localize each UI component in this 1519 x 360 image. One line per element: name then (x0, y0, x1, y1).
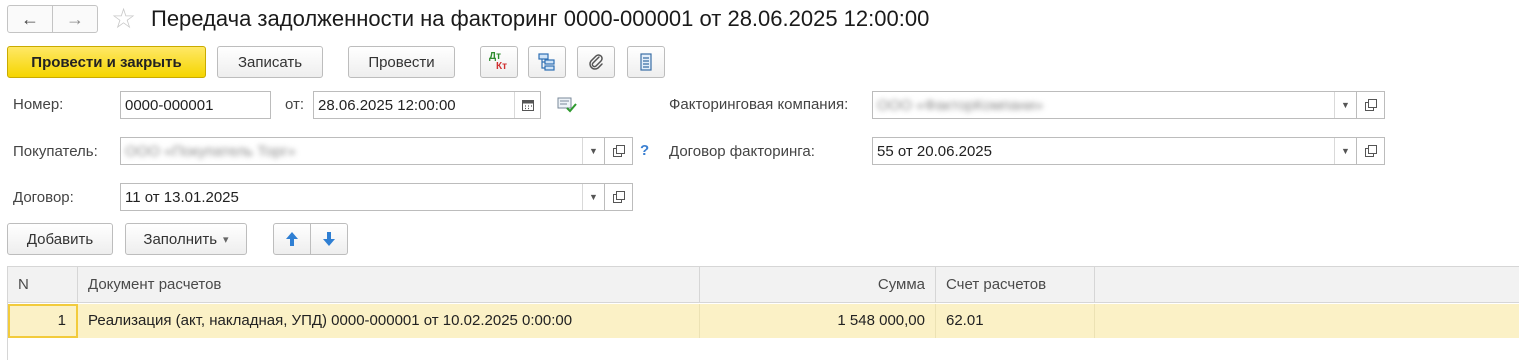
fill-button[interactable]: Заполнить ▾ (125, 223, 247, 255)
chevron-down-icon[interactable]: ▼ (582, 138, 604, 164)
chevron-down-icon: ▾ (223, 233, 229, 246)
open-form-icon (1364, 99, 1377, 111)
open-form-icon (612, 145, 625, 157)
post-button[interactable]: Провести (348, 46, 455, 78)
structure-icon (538, 53, 555, 71)
factoring-contract-field[interactable]: 55 от 20.06.2025 ▼ (872, 137, 1357, 165)
number-field[interactable]: 0000-000001 (120, 91, 271, 119)
back-button[interactable]: ← (7, 5, 53, 33)
cell-n[interactable]: 1 (8, 304, 78, 338)
document-check-icon (557, 97, 577, 113)
chevron-down-icon[interactable]: ▼ (582, 184, 604, 210)
page-title: Передача задолженности на факторинг 0000… (151, 6, 930, 31)
paperclip-icon (589, 54, 603, 70)
open-buyer-button[interactable] (605, 137, 633, 165)
arrow-right-icon: → (66, 8, 84, 29)
factoring-company-field[interactable]: ООО «ФакторКомпани» ▼ (872, 91, 1357, 119)
cell-account[interactable]: 62.01 (936, 304, 1095, 338)
open-form-icon (612, 191, 625, 203)
open-factoring-company-button[interactable] (1357, 91, 1385, 119)
column-header-amount[interactable]: Сумма (700, 267, 936, 303)
attachments-button[interactable] (577, 46, 615, 78)
chevron-down-icon[interactable]: ▼ (1334, 92, 1356, 118)
cell-document[interactable]: Реализация (акт, накладная, УПД) 0000-00… (78, 304, 700, 338)
help-icon[interactable]: ? (640, 142, 649, 159)
report-list-button[interactable] (627, 46, 665, 78)
buyer-label: Покупатель: (13, 143, 98, 160)
date-field[interactable]: 28.06.2025 12:00:00 (313, 91, 541, 119)
column-header-document[interactable]: Документ расчетов (78, 267, 700, 303)
post-and-close-button[interactable]: Провести и закрыть (7, 46, 206, 78)
report-list-icon (640, 53, 652, 71)
structure-button[interactable] (528, 46, 566, 78)
cell-amount[interactable]: 1 548 000,00 (700, 304, 936, 338)
table-header: N Документ расчетов Сумма Счет расчетов (8, 267, 1519, 303)
move-up-button[interactable] (273, 223, 311, 255)
open-contract-button[interactable] (605, 183, 633, 211)
calendar-button[interactable] (514, 92, 540, 118)
save-button[interactable]: Записать (217, 46, 323, 78)
column-header-n[interactable]: N (8, 267, 78, 303)
contract-field[interactable]: 11 от 13.01.2025 ▼ (120, 183, 605, 211)
chevron-down-icon[interactable]: ▼ (1334, 138, 1356, 164)
arrow-down-icon (323, 232, 335, 246)
table-row[interactable]: 1 Реализация (акт, накладная, УПД) 0000-… (8, 304, 1519, 338)
arrow-left-icon: ← (21, 8, 39, 29)
add-row-button[interactable]: Добавить (7, 223, 113, 255)
star-icon[interactable]: ☆ (111, 3, 136, 35)
move-down-button[interactable] (310, 223, 348, 255)
factoring-contract-label: Договор факторинга: (669, 143, 815, 160)
dt-kt-button[interactable]: Дт Кт (480, 46, 518, 78)
open-factoring-contract-button[interactable] (1357, 137, 1385, 165)
factoring-company-label: Факторинговая компания: (669, 96, 849, 113)
dt-kt-icon: Дт Кт (489, 51, 508, 72)
number-label: Номер: (13, 96, 64, 113)
column-header-account[interactable]: Счет расчетов (936, 267, 1095, 303)
buyer-field[interactable]: ООО «Покупатель Торг» ▼ (120, 137, 605, 165)
check-data-button[interactable] (557, 96, 577, 117)
arrow-up-icon (286, 232, 298, 246)
date-label: от: (285, 96, 305, 113)
settlement-documents-table: N Документ расчетов Сумма Счет расчетов … (7, 266, 1519, 360)
contract-label: Договор: (13, 189, 74, 206)
forward-button[interactable]: → (52, 5, 98, 33)
calendar-icon (521, 100, 534, 111)
open-form-icon (1364, 145, 1377, 157)
